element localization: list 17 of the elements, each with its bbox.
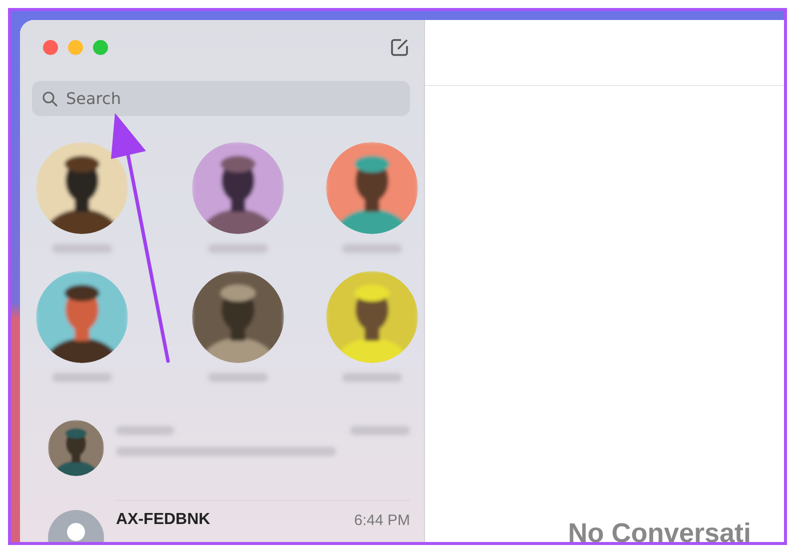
zoom-window-button[interactable] <box>93 40 108 54</box>
blurred-name <box>342 244 402 253</box>
contact-name: AX-FEDBNK <box>116 511 210 529</box>
blurred-name <box>52 244 112 253</box>
blurred-name <box>52 373 112 382</box>
close-window-button[interactable] <box>43 40 58 54</box>
compose-icon <box>389 36 411 58</box>
conversation-row[interactable]: AX-FEDBNK 6:44 PM <box>20 490 424 542</box>
blurred-name <box>116 426 174 435</box>
blurred-time <box>350 426 410 435</box>
blurred-name <box>342 373 402 382</box>
empty-state-title: No Conversati <box>568 518 752 542</box>
minimize-window-button[interactable] <box>68 40 83 54</box>
message-time: 6:44 PM <box>354 512 410 528</box>
blurred-name <box>208 373 268 382</box>
blurred-name <box>208 244 268 253</box>
search-field[interactable]: Search <box>32 81 410 116</box>
